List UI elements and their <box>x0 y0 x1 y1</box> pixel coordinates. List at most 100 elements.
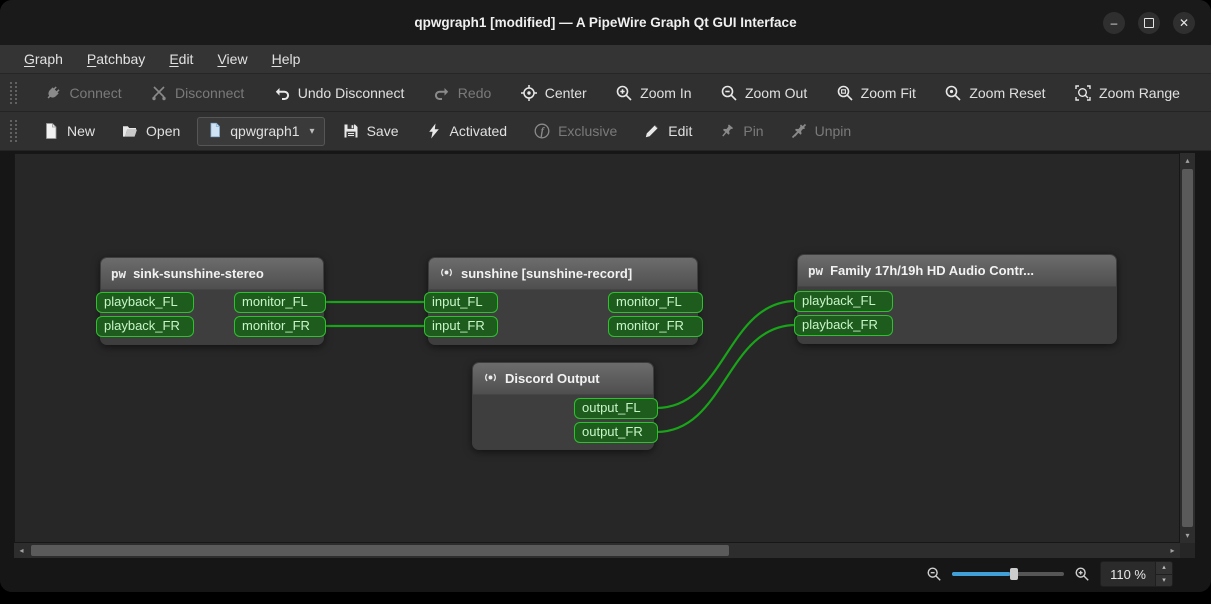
open-button[interactable]: Open <box>112 117 189 145</box>
zoom-spinbox[interactable]: 110 % ▴ ▾ <box>1100 561 1173 587</box>
node-header[interactable]: pw sink-sunshine-stereo <box>101 258 323 290</box>
zoom-out-icon <box>720 84 738 102</box>
zoom-reset-label: Zoom Reset <box>969 84 1046 101</box>
port-playback_FR[interactable]: playback_FR <box>794 315 893 336</box>
horizontal-scrollbar[interactable]: ◂ ▸ <box>14 543 1180 558</box>
port-monitor_FL[interactable]: monitor_FL <box>608 292 703 313</box>
menu-help-label: Help <box>271 51 301 67</box>
node-header[interactable]: Discord Output <box>473 363 653 395</box>
zoom-fit-label: Zoom Fit <box>860 84 916 101</box>
pin-button[interactable]: Pin <box>709 117 772 145</box>
exclusive-button[interactable]: f Exclusive <box>524 117 626 145</box>
minimize-button[interactable]: – <box>1103 11 1125 34</box>
port-playback_FL[interactable]: playback_FL <box>96 292 194 313</box>
connect-button[interactable]: Connect <box>35 79 130 107</box>
scroll-up-icon[interactable]: ▴ <box>1180 153 1195 168</box>
menu-edit-label: Edit <box>169 51 194 67</box>
menubar: Graph Patchbay Edit View Help <box>0 45 1211 74</box>
zoom-out-button[interactable]: Zoom Out <box>711 79 816 107</box>
patchbay-toolbar: New Open qpwgraph1 ▾ Save Activated f Ex… <box>0 112 1211 151</box>
port-monitor_FR[interactable]: monitor_FR <box>234 316 326 337</box>
titlebar[interactable]: qpwgraph1 [modified] — A PipeWire Graph … <box>0 0 1211 45</box>
menu-help[interactable]: Help <box>260 45 313 73</box>
port-input_FR[interactable]: input_FR <box>424 316 498 337</box>
zoom-in-button[interactable]: Zoom In <box>606 79 700 107</box>
pin-label: Pin <box>743 123 764 139</box>
patchbay-toolbar-drag-handle[interactable] <box>10 120 17 142</box>
save-icon <box>342 122 360 140</box>
center-icon <box>520 84 538 102</box>
port-output_FR[interactable]: output_FR <box>574 422 658 443</box>
activated-button[interactable]: Activated <box>416 117 517 145</box>
port-output_FL[interactable]: output_FL <box>574 398 658 419</box>
port-monitor_FR[interactable]: monitor_FR <box>608 316 703 337</box>
edit-button[interactable]: Edit <box>634 117 701 145</box>
exclusive-label: Exclusive <box>558 123 618 139</box>
zoom-spinbox-steppers: ▴ ▾ <box>1155 562 1172 586</box>
maximize-button[interactable] <box>1138 11 1160 34</box>
port-monitor_FL[interactable]: monitor_FL <box>234 292 326 313</box>
horizontal-scrollbar-thumb[interactable] <box>31 545 729 556</box>
zoom-reset-button[interactable]: Zoom Reset <box>935 79 1054 107</box>
statusbar: 110 % ▴ ▾ <box>0 556 1211 592</box>
save-label: Save <box>366 123 399 139</box>
port-playback_FL[interactable]: playback_FL <box>794 291 893 312</box>
scroll-down-icon[interactable]: ▾ <box>1180 528 1195 543</box>
new-label: New <box>67 123 96 139</box>
zoom-range-button[interactable]: Zoom Range <box>1065 79 1189 107</box>
undo-disconnect-button[interactable]: Undo Disconnect <box>264 79 414 107</box>
pipewire-icon: pw <box>808 263 824 278</box>
spin-up-button[interactable]: ▴ <box>1156 562 1172 574</box>
port-input_FL[interactable]: input_FL <box>424 292 498 313</box>
open-folder-icon <box>121 122 139 140</box>
port-playback_FR[interactable]: playback_FR <box>96 316 194 337</box>
save-button[interactable]: Save <box>333 117 408 145</box>
vertical-scrollbar[interactable]: ▴ ▾ <box>1180 153 1195 543</box>
zoom-slider[interactable] <box>952 568 1065 580</box>
node-title: sink-sunshine-stereo <box>133 266 264 281</box>
graph-canvas[interactable]: pw sink-sunshine-stereo playback_FL playbac… <box>14 153 1180 543</box>
connections-layer <box>322 299 798 434</box>
horizontal-scrollbar-track[interactable] <box>29 543 1165 558</box>
zoom-fit-button[interactable]: Zoom Fit <box>827 79 925 107</box>
status-zoom-in-icon[interactable] <box>1074 566 1090 582</box>
spin-down-button[interactable]: ▾ <box>1156 573 1172 586</box>
patchbay-profile-dropdown[interactable]: qpwgraph1 ▾ <box>197 116 325 146</box>
menu-view[interactable]: View <box>205 45 259 73</box>
menu-edit[interactable]: Edit <box>157 45 205 73</box>
zoom-value: 110 % <box>1110 566 1146 582</box>
zoom-slider-thumb[interactable] <box>1010 568 1019 580</box>
zoom-range-icon <box>1074 84 1092 102</box>
node-header[interactable]: sunshine [sunshine-record] <box>429 258 697 290</box>
svg-text:f: f <box>541 127 546 138</box>
scroll-right-icon[interactable]: ▸ <box>1165 543 1180 558</box>
menu-graph[interactable]: Graph <box>12 45 75 73</box>
minimize-icon: – <box>1110 15 1118 30</box>
node-header[interactable]: pw Family 17h/19h HD Audio Contr... <box>798 255 1116 287</box>
close-button[interactable]: ✕ <box>1173 11 1195 34</box>
vertical-scrollbar-thumb[interactable] <box>1182 169 1193 527</box>
center-button[interactable]: Center <box>511 79 596 107</box>
disconnect-icon <box>150 84 168 102</box>
redo-icon <box>433 84 451 102</box>
disconnect-button[interactable]: Disconnect <box>141 79 253 107</box>
menu-patchbay[interactable]: Patchbay <box>75 45 157 73</box>
scroll-left-icon[interactable]: ◂ <box>14 543 29 558</box>
undo-disconnect-label: Undo Disconnect <box>297 84 405 101</box>
menu-patchbay-label: Patchbay <box>86 51 146 67</box>
patchbay-profile-value: qpwgraph1 <box>230 123 300 139</box>
redo-button[interactable]: Redo <box>424 79 500 107</box>
status-zoom-out-icon[interactable] <box>926 566 942 582</box>
record-icon <box>439 265 454 283</box>
chevron-down-icon: ▾ <box>309 125 315 137</box>
undo-icon <box>273 84 291 102</box>
unpin-button[interactable]: Unpin <box>781 117 861 145</box>
unpin-label: Unpin <box>814 123 852 139</box>
menu-graph-label: Graph <box>24 51 63 67</box>
exclusive-icon: f <box>533 122 551 140</box>
lightning-icon <box>425 122 443 140</box>
file-icon <box>207 122 223 141</box>
new-button[interactable]: New <box>33 117 104 145</box>
toolbar-drag-handle[interactable] <box>10 81 17 104</box>
zoom-in-label: Zoom In <box>640 84 692 101</box>
